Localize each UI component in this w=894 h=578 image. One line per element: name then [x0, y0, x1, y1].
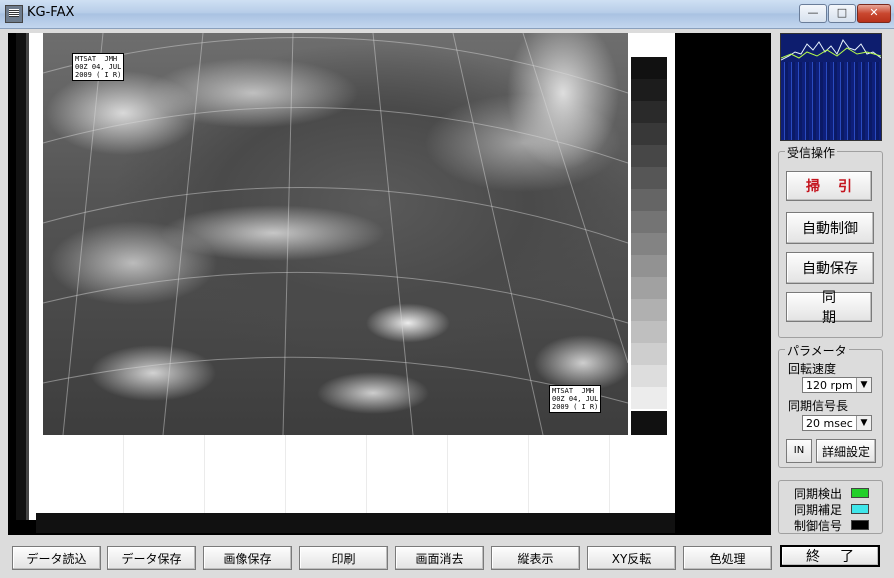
sync-length-select[interactable]: 20 msec ▼: [802, 415, 872, 431]
vertical-display-button[interactable]: 縦表示: [491, 546, 580, 570]
exit-button[interactable]: 終了: [780, 545, 880, 567]
save-data-button[interactable]: データ保存: [107, 546, 196, 570]
chevron-down-icon: ▼: [856, 416, 871, 430]
sync-length-value: 20 msec: [806, 417, 853, 430]
chart-label-top: MTSAT JMH 00Z 04, JUL 2009 ( I R): [72, 53, 125, 81]
lat-lon-grid: [43, 33, 628, 435]
fax-bottom-band: [36, 513, 675, 533]
minimize-button[interactable]: —: [799, 4, 827, 23]
xy-flip-button[interactable]: XY反転: [587, 546, 676, 570]
sync-length-label: 同期信号長: [788, 399, 849, 413]
print-button[interactable]: 印刷: [299, 546, 388, 570]
fax-blank-area: [43, 435, 675, 520]
control-signal-label: 制御信号: [794, 519, 843, 533]
detail-settings-button[interactable]: 詳細設定: [816, 439, 876, 463]
title-bar: KG-FAX — □ ✕: [0, 0, 894, 29]
control-signal-lamp: [851, 520, 869, 530]
save-image-button[interactable]: 画像保存: [203, 546, 292, 570]
fax-app-icon: [5, 5, 23, 23]
maximize-button[interactable]: □: [828, 4, 856, 23]
reception-title: 受信操作: [785, 144, 838, 161]
chart-label-bottom: MTSAT JMH 00Z 04, JUL 2009 ( I R): [549, 385, 602, 413]
sync-correct-lamp: [851, 504, 869, 514]
fax-sync-strip: [16, 33, 44, 520]
parameters-title: パラメータ: [785, 342, 849, 359]
auto-save-button[interactable]: 自動保存: [786, 252, 874, 284]
sync-detect-lamp: [851, 488, 869, 498]
window-title: KG-FAX: [27, 5, 75, 20]
waterfall-display: [781, 62, 881, 140]
chevron-down-icon: ▼: [856, 378, 871, 392]
clear-screen-button[interactable]: 画面消去: [395, 546, 484, 570]
close-button[interactable]: ✕: [857, 4, 891, 23]
grey-scale-bar: [628, 33, 675, 435]
input-settings-button[interactable]: IN: [786, 439, 812, 463]
fax-right-margin: [675, 33, 771, 535]
load-data-button[interactable]: データ読込: [12, 546, 101, 570]
sync-correct-label: 同期補足: [794, 503, 843, 517]
auto-control-button[interactable]: 自動制御: [786, 212, 874, 244]
sync-button[interactable]: 同期: [786, 290, 872, 326]
spectrum-trace: [781, 39, 881, 61]
rotation-value: 120 rpm: [806, 379, 853, 392]
signal-spectrum: [780, 33, 882, 141]
sync-detect-label: 同期検出: [794, 487, 843, 501]
input-icon: IN: [793, 445, 805, 456]
fax-display[interactable]: MTSAT JMH 00Z 04, JUL 2009 ( I R) MTSAT …: [8, 33, 771, 535]
rotation-select[interactable]: 120 rpm ▼: [802, 377, 872, 393]
color-process-button[interactable]: 色処理: [683, 546, 772, 570]
satellite-image: MTSAT JMH 00Z 04, JUL 2009 ( I R) MTSAT …: [43, 33, 628, 435]
sweep-button[interactable]: 掃引: [786, 171, 872, 201]
rotation-label: 回転速度: [788, 362, 837, 376]
